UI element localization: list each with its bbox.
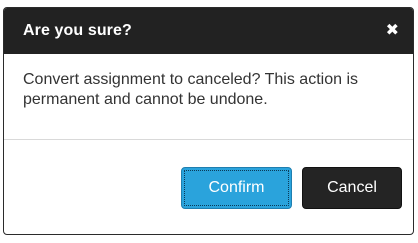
dialog-message: Convert assignment to canceled? This act…: [23, 71, 358, 108]
dialog-body: Convert assignment to canceled? This act…: [4, 54, 413, 140]
close-icon[interactable]: ✖: [386, 23, 399, 39]
dialog-title: Are you sure?: [23, 22, 132, 39]
dialog-footer: Confirm Cancel: [4, 140, 413, 234]
cancel-button[interactable]: Cancel: [302, 166, 402, 209]
confirm-dialog: Are you sure? ✖ Convert assignment to ca…: [3, 7, 414, 235]
dialog-header: Are you sure? ✖: [4, 8, 413, 54]
confirm-button[interactable]: Confirm: [181, 166, 292, 209]
